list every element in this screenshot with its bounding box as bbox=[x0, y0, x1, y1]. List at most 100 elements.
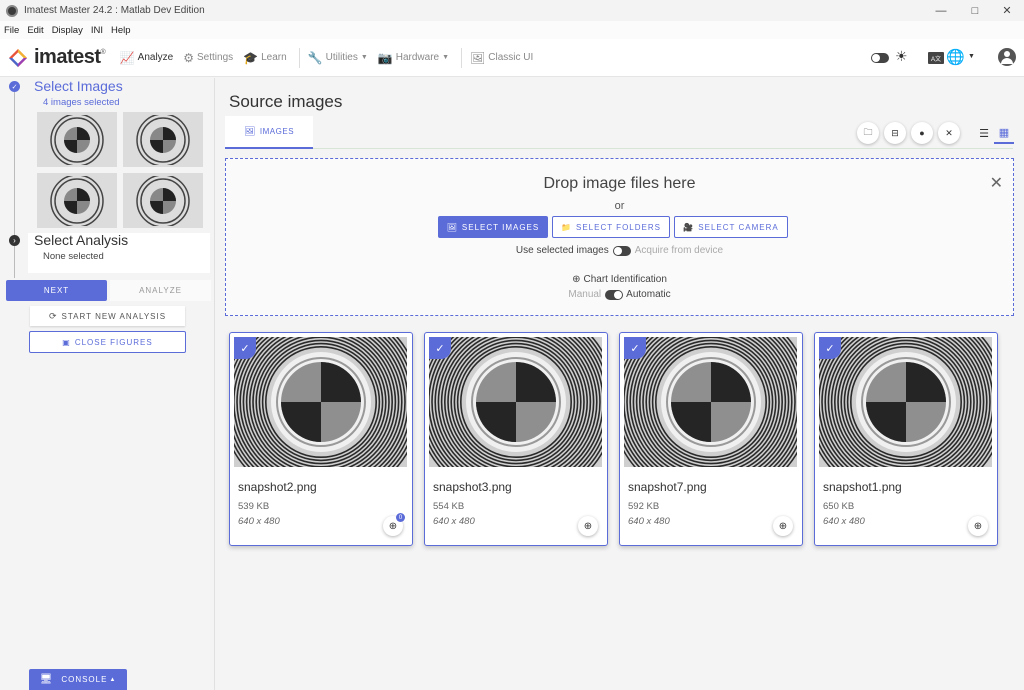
toolbar-divider bbox=[461, 47, 463, 68]
clear-icon[interactable]: ✕ bbox=[938, 122, 960, 144]
image-card[interactable]: ✓ snapshot7.png 592 KB 640 x 480 ⊕ bbox=[619, 332, 803, 546]
start-new-analysis-button[interactable]: ⟳ START NEW ANALYSIS bbox=[30, 306, 185, 326]
select-folders-label: SELECT FOLDERS bbox=[575, 222, 661, 232]
chart-icon: 📈 bbox=[119, 50, 135, 65]
theme-toggle-switch[interactable] bbox=[871, 53, 889, 63]
chevron-down-icon[interactable]: ▼ bbox=[968, 53, 975, 60]
folder-icon: 📁 bbox=[561, 222, 572, 232]
close-box-icon: ▣ bbox=[62, 337, 71, 347]
step-select-analysis-title[interactable]: Select Analysis bbox=[34, 232, 128, 248]
close-figures-button[interactable]: ▣ CLOSE FIGURES bbox=[29, 331, 186, 353]
thumbnail[interactable] bbox=[123, 173, 203, 228]
source-mode-toggle[interactable] bbox=[612, 245, 631, 256]
chart-identify-crosshair-icon[interactable]: ⊕ bbox=[968, 516, 988, 536]
hardware-label: Hardware bbox=[395, 52, 440, 63]
restart-icon: ⟳ bbox=[48, 310, 58, 321]
chart-identification-label: Chart Identification bbox=[583, 274, 667, 285]
user-avatar-icon[interactable] bbox=[998, 48, 1016, 66]
logo-text: imatest bbox=[34, 46, 101, 68]
drop-zone-or: or bbox=[614, 200, 625, 212]
sun-icon[interactable]: ☀ bbox=[895, 48, 908, 65]
image-dimensions: 640 x 480 bbox=[433, 516, 475, 527]
image-card[interactable]: ✓ snapshot2.png 539 KB 640 x 480 ⊕ 0 bbox=[229, 332, 413, 546]
next-button[interactable]: NEXT bbox=[6, 280, 107, 301]
menu-display[interactable]: Display bbox=[52, 25, 83, 36]
console-button[interactable]: 🖥 CONSOLE ▲ bbox=[29, 669, 127, 690]
classic-ui-label: Classic UI bbox=[488, 52, 534, 63]
remove-icon[interactable]: ● bbox=[911, 122, 933, 144]
page-title: Source images bbox=[229, 92, 343, 111]
automatic-label: Automatic bbox=[626, 289, 671, 300]
image-preview[interactable] bbox=[624, 337, 797, 467]
globe-icon[interactable]: 🌐 bbox=[946, 48, 965, 66]
hardware-menu[interactable]: 📷 Hardware ▼ bbox=[378, 51, 449, 65]
menu-edit[interactable]: Edit bbox=[27, 25, 43, 36]
tab-images-label: IMAGES bbox=[259, 127, 295, 136]
open-images-icon[interactable]: 🗀 bbox=[857, 122, 879, 144]
step-connector bbox=[14, 92, 15, 242]
utilities-label: Utilities bbox=[325, 52, 358, 63]
image-filename: snapshot3.png bbox=[433, 480, 512, 494]
menu-bar: File Edit Display INI Help bbox=[0, 21, 1024, 39]
settings-button[interactable]: ⚙ Settings bbox=[183, 51, 233, 65]
select-camera-button[interactable]: 🎥 SELECT CAMERA bbox=[674, 216, 788, 238]
classic-ui-button[interactable]: 🖼 Classic UI bbox=[470, 51, 533, 65]
step-select-images-title[interactable]: Select Images bbox=[34, 78, 123, 94]
grid-view-icon[interactable]: ▦ bbox=[994, 122, 1014, 144]
select-folders-button[interactable]: 📁 SELECT FOLDERS bbox=[552, 216, 670, 238]
analyze-label: Analyze bbox=[137, 52, 174, 63]
main-content: Source images 🖼 IMAGES 🗀 ⊟ ● ✕ ☰ ▦ Drop … bbox=[215, 78, 1024, 690]
acquire-label: Acquire from device bbox=[634, 245, 724, 256]
thumbnail[interactable] bbox=[123, 112, 203, 167]
drop-zone[interactable]: Drop image files here or ✕ 🖼 SELECT IMAG… bbox=[225, 158, 1014, 316]
image-card[interactable]: ✓ snapshot3.png 554 KB 640 x 480 ⊕ bbox=[424, 332, 608, 546]
thumbnail[interactable] bbox=[37, 173, 117, 228]
toolbar-divider bbox=[298, 47, 300, 68]
menu-help[interactable]: Help bbox=[111, 25, 131, 36]
image-filename: snapshot7.png bbox=[628, 480, 707, 494]
identification-mode-row: Manual Automatic bbox=[226, 289, 1013, 300]
learn-button[interactable]: 🎓 Learn bbox=[243, 51, 287, 65]
minimize-icon[interactable]: — bbox=[924, 0, 958, 21]
chart-identify-crosshair-icon[interactable]: ⊕ bbox=[578, 516, 598, 536]
use-selected-label: Use selected images bbox=[515, 245, 609, 256]
image-preview[interactable] bbox=[819, 337, 992, 467]
logo-mark-icon bbox=[9, 48, 27, 67]
menu-file[interactable]: File bbox=[4, 25, 19, 36]
selected-check-icon[interactable]: ✓ bbox=[624, 337, 646, 359]
select-images-label: SELECT IMAGES bbox=[461, 222, 540, 232]
selected-check-icon[interactable]: ✓ bbox=[819, 337, 841, 359]
list-view-icon[interactable]: ☰ bbox=[974, 122, 994, 144]
logo-registered-mark: ® bbox=[100, 49, 106, 56]
menu-ini[interactable]: INI bbox=[91, 25, 103, 36]
chart-identify-crosshair-icon[interactable]: ⊕ bbox=[773, 516, 793, 536]
language-icon[interactable]: A文 bbox=[928, 52, 944, 64]
image-preview[interactable] bbox=[429, 337, 602, 467]
window-title: Imatest Master 24.2 : Matlab Dev Edition bbox=[24, 5, 205, 16]
tab-images[interactable]: 🖼 IMAGES bbox=[225, 116, 313, 149]
select-images-button[interactable]: 🖼 SELECT IMAGES bbox=[438, 216, 548, 238]
close-icon[interactable]: ✕ bbox=[990, 173, 1003, 193]
selected-thumbnails bbox=[37, 112, 205, 228]
image-preview[interactable] bbox=[234, 337, 407, 467]
selected-check-icon[interactable]: ✓ bbox=[429, 337, 451, 359]
crosshair-icon: ⊕ bbox=[572, 274, 581, 285]
selected-check-icon[interactable]: ✓ bbox=[234, 337, 256, 359]
collapse-icon[interactable]: ⊟ bbox=[884, 122, 906, 144]
chevron-down-icon: ▼ bbox=[360, 54, 368, 61]
thumbnail[interactable] bbox=[37, 112, 117, 167]
identification-mode-toggle[interactable] bbox=[605, 289, 624, 300]
close-window-icon[interactable]: ✕ bbox=[990, 0, 1024, 21]
image-card[interactable]: ✓ snapshot1.png 650 KB 640 x 480 ⊕ bbox=[814, 332, 998, 546]
utilities-menu[interactable]: 🔧 Utilities ▼ bbox=[308, 51, 368, 65]
chevron-right-icon[interactable]: › bbox=[9, 235, 20, 246]
chevron-up-icon: ▲ bbox=[109, 676, 117, 683]
image-filesize: 554 KB bbox=[433, 501, 465, 512]
window-title-bar: Imatest Master 24.2 : Matlab Dev Edition bbox=[0, 0, 1024, 21]
identification-count-badge: 0 bbox=[396, 513, 405, 522]
theme-toggle[interactable] bbox=[871, 53, 889, 66]
maximize-icon[interactable]: □ bbox=[958, 0, 992, 21]
images-icon: 🖼 bbox=[243, 126, 256, 136]
analyze-step-button[interactable]: ANALYZE bbox=[110, 280, 211, 301]
analyze-button[interactable]: 📈 Analyze bbox=[120, 51, 174, 65]
